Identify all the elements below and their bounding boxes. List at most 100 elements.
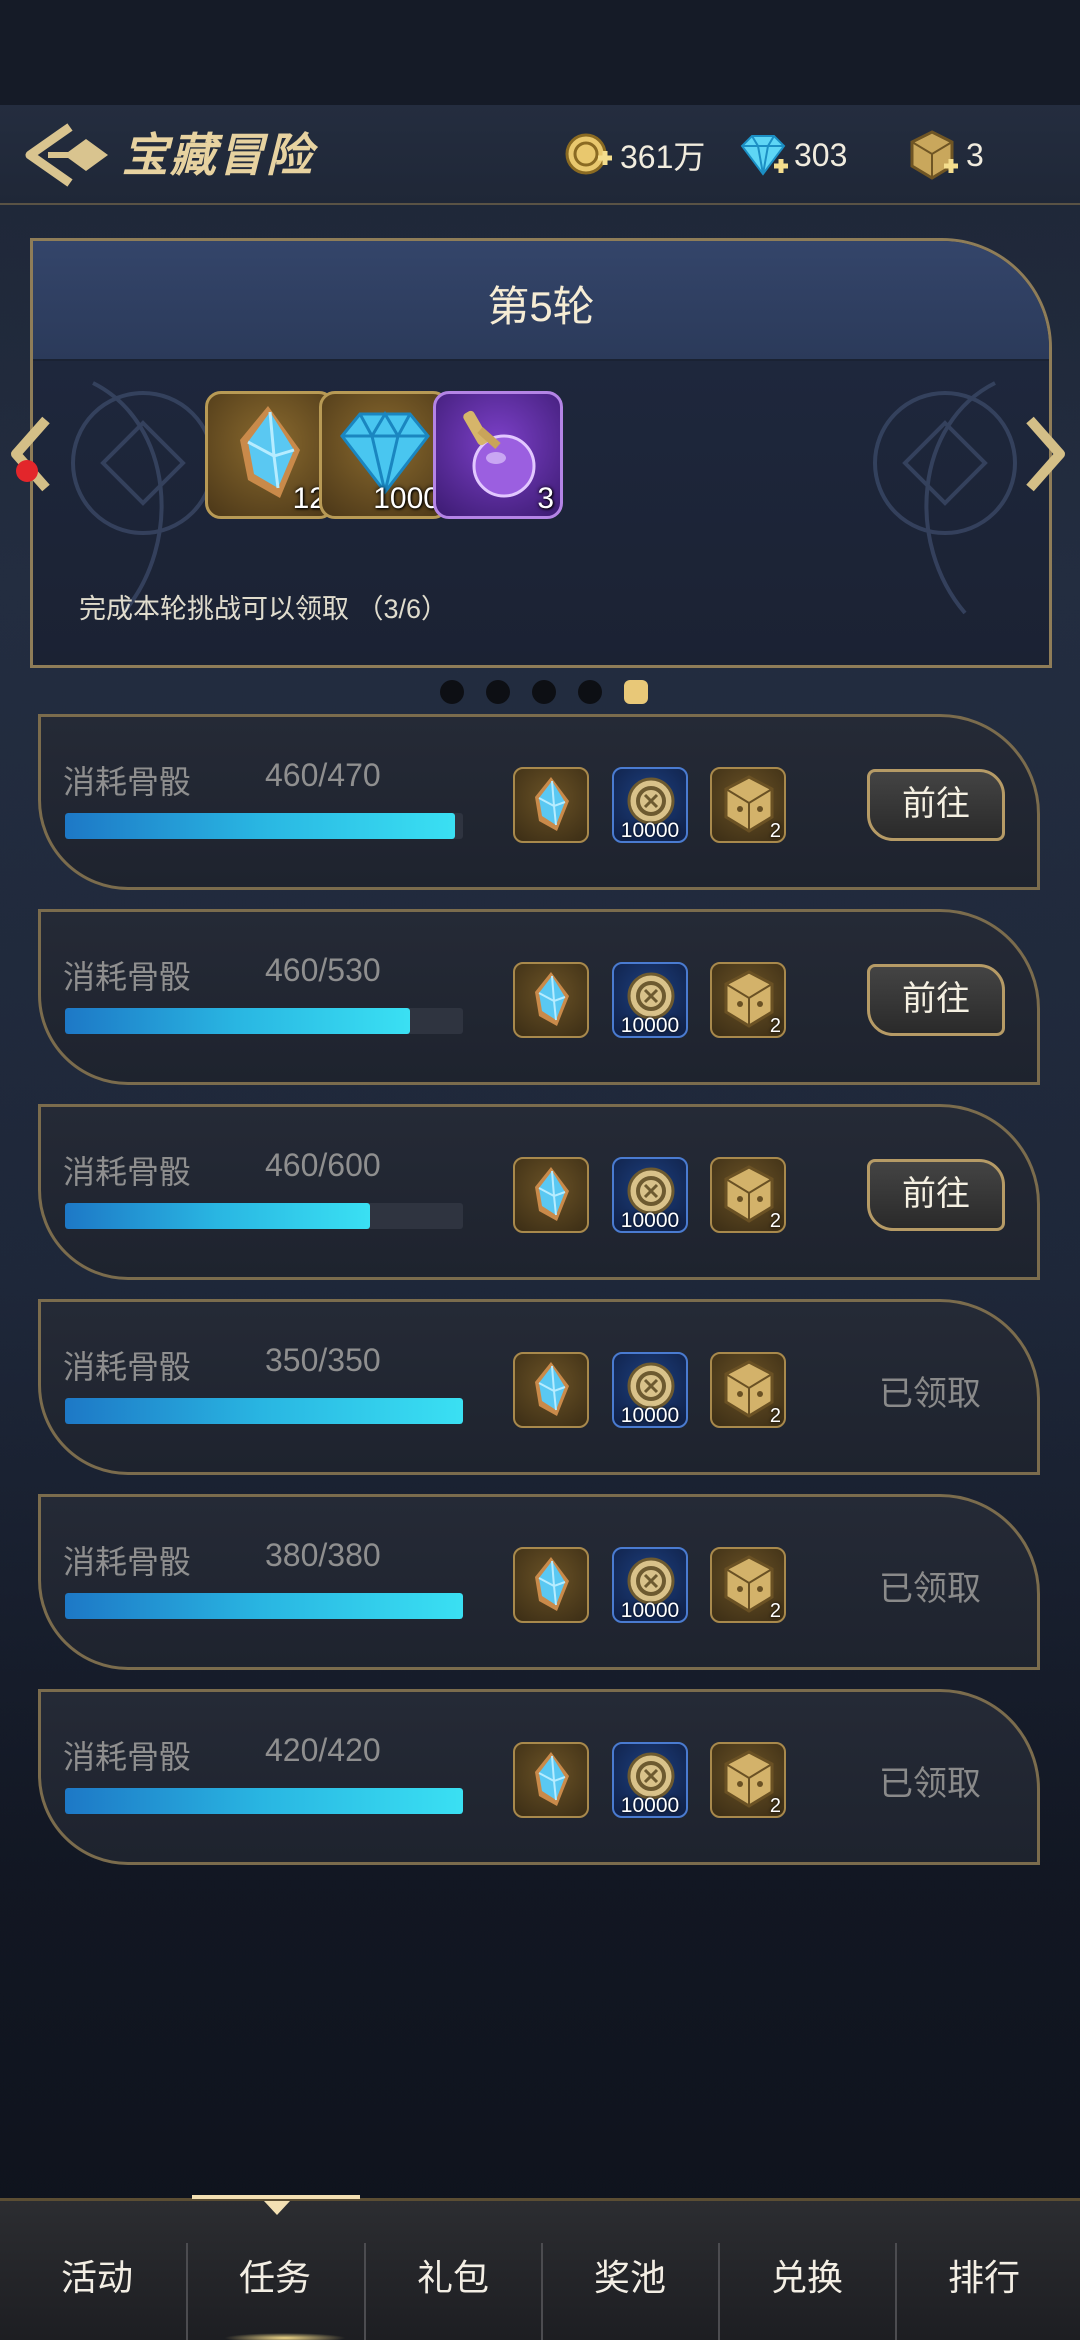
task-reward-crystal[interactable] [513, 962, 589, 1038]
task-reward-coin[interactable]: 10000 [612, 767, 688, 843]
progress-bar [65, 1398, 463, 1424]
round-pager [440, 680, 648, 704]
progress-bar [65, 1203, 463, 1229]
reward-count: 2 [769, 1795, 781, 1817]
active-tab-glow [224, 2333, 346, 2340]
notification-dot [16, 460, 38, 482]
top-header: 宝藏冒险 361万 303 3 [0, 105, 1080, 205]
task-reward-coin[interactable]: 10000 [612, 1352, 688, 1428]
reward-count: 10000 [620, 1404, 680, 1427]
tab-label: 排行 [947, 2257, 1020, 2298]
reward-count: 10000 [620, 1599, 680, 1622]
blue-crystal-icon [535, 1362, 569, 1416]
progress-bar-fill [65, 813, 455, 839]
task-label: 消耗骨骰 [63, 1739, 192, 1775]
reward-count: 3 [537, 482, 554, 515]
task-label: 消耗骨骰 [63, 1544, 192, 1580]
task-row: 消耗骨骰 420/420 10000 2 已领取 [38, 1689, 1040, 1865]
task-row: 消耗骨骰 380/380 10000 2 已领取 [38, 1494, 1040, 1670]
dice-value: 3 [966, 136, 984, 173]
gold-coin-resource[interactable]: 361万 [562, 125, 705, 185]
tab-prize-pool[interactable]: 奖池 [541, 2201, 719, 2340]
round-title: 第5轮 [487, 283, 595, 330]
claimed-label: 已领取 [879, 1765, 981, 1803]
back-arrow-icon [25, 123, 108, 187]
task-reward-dice[interactable]: 2 [710, 767, 786, 843]
task-row: 消耗骨骰 460/470 10000 2 前往 [38, 714, 1040, 890]
back-button[interactable] [24, 121, 110, 189]
pager-dot[interactable] [532, 680, 556, 704]
round-reward-card: 第5轮 12 1000 3 完成本轮挑战可以领取 （3/6） [30, 238, 1052, 668]
diamond-value: 303 [794, 136, 848, 173]
task-progress-text: 380/380 [265, 1537, 381, 1573]
task-label: 消耗骨骰 [63, 764, 192, 800]
go-button[interactable]: 前往 [867, 769, 1005, 841]
tab-ranking[interactable]: 排行 [895, 2201, 1073, 2340]
task-reward-crystal[interactable] [513, 767, 589, 843]
task-label: 消耗骨骰 [63, 1349, 192, 1385]
next-round-arrow-icon[interactable] [1020, 414, 1070, 494]
task-progress-text: 460/470 [265, 757, 381, 793]
reward-crystal[interactable]: 12 [205, 391, 335, 519]
reward-diamond[interactable]: 1000 [319, 391, 449, 519]
task-progress-text: 460/530 [265, 952, 381, 988]
pager-dot[interactable] [578, 680, 602, 704]
task-row: 消耗骨骰 460/530 10000 2 前往 [38, 909, 1040, 1085]
reward-count: 10000 [620, 1794, 680, 1817]
dice-icon [910, 130, 958, 180]
progress-bar [65, 1788, 463, 1814]
task-reward-dice[interactable]: 2 [710, 1742, 786, 1818]
task-reward-coin[interactable]: 10000 [612, 1742, 688, 1818]
tab-label: 任务 [238, 2257, 311, 2298]
claimed-label: 已领取 [879, 1375, 981, 1413]
go-button[interactable]: 前往 [867, 964, 1005, 1036]
reward-count: 2 [769, 1210, 781, 1232]
reward-count: 10000 [620, 1014, 680, 1037]
task-reward-coin[interactable]: 10000 [612, 962, 688, 1038]
progress-bar [65, 1593, 463, 1619]
task-reward-dice[interactable]: 2 [710, 962, 786, 1038]
progress-bar-fill [65, 1788, 463, 1814]
blue-crystal-icon [535, 972, 569, 1026]
bottom-tab-bar: 活动 任务 礼包 奖池 兑换 排行 [0, 2195, 1080, 2340]
tab-activity[interactable]: 活动 [8, 2201, 186, 2340]
task-reward-dice[interactable]: 2 [710, 1352, 786, 1428]
task-reward-coin[interactable]: 10000 [612, 1547, 688, 1623]
reward-potion[interactable]: 3 [433, 391, 563, 519]
task-reward-crystal[interactable] [513, 1352, 589, 1428]
tab-label: 活动 [60, 2257, 133, 2298]
tab-tasks[interactable]: 任务 [186, 2201, 364, 2340]
progress-bar-fill [65, 1593, 463, 1619]
tab-label: 兑换 [770, 2257, 843, 2298]
pager-dot[interactable] [440, 680, 464, 704]
tab-label: 礼包 [416, 2257, 489, 2298]
diamond-icon [740, 135, 788, 176]
reward-count: 1000 [373, 482, 440, 515]
go-button[interactable]: 前往 [867, 1159, 1005, 1231]
task-reward-coin[interactable]: 10000 [612, 1157, 688, 1233]
tab-exchange[interactable]: 兑换 [718, 2201, 896, 2340]
task-row: 消耗骨骰 350/350 10000 2 已领取 [38, 1299, 1040, 1475]
page-title: 宝藏冒险 [122, 128, 314, 182]
tab-gift-pack[interactable]: 礼包 [364, 2201, 542, 2340]
progress-bar [65, 1008, 463, 1034]
progress-bar [65, 813, 463, 839]
dice-resource[interactable]: 3 [908, 125, 984, 185]
task-reward-crystal[interactable] [513, 1547, 589, 1623]
pager-dot-active[interactable] [624, 680, 648, 704]
prev-round-arrow-icon[interactable] [6, 414, 56, 494]
blue-crystal-icon [535, 1557, 569, 1611]
pager-dot[interactable] [486, 680, 510, 704]
claimed-label: 已领取 [879, 1570, 981, 1608]
tab-label: 奖池 [593, 2257, 666, 2298]
blue-crystal-icon [535, 1752, 569, 1806]
task-reward-crystal[interactable] [513, 1742, 589, 1818]
diamond-resource[interactable]: 303 [736, 125, 847, 185]
task-reward-dice[interactable]: 2 [710, 1547, 786, 1623]
gold-coin-value: 361万 [620, 139, 706, 175]
task-reward-dice[interactable]: 2 [710, 1157, 786, 1233]
reward-count: 10000 [620, 819, 680, 842]
reward-count: 2 [769, 1405, 781, 1427]
round-description: 完成本轮挑战可以领取 （3/6） [79, 594, 449, 624]
task-reward-crystal[interactable] [513, 1157, 589, 1233]
